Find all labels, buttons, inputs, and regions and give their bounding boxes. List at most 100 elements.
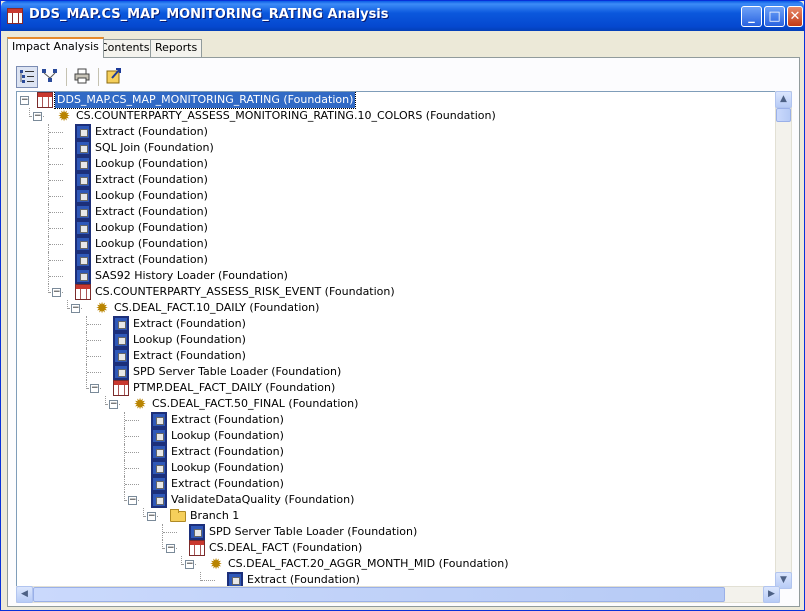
collapse-toggle[interactable]: − bbox=[71, 304, 80, 313]
tree-node-label: Extract (Foundation) bbox=[95, 173, 208, 186]
tree-guide bbox=[29, 108, 30, 117]
tree-connector bbox=[49, 212, 63, 213]
tree-guide bbox=[48, 172, 49, 188]
tree-node-label: Extract (Foundation) bbox=[171, 477, 284, 490]
collapse-toggle[interactable]: − bbox=[109, 400, 118, 409]
tree-node-label: Lookup (Foundation) bbox=[95, 189, 208, 202]
scroll-right-button[interactable]: ▶ bbox=[763, 586, 780, 603]
collapse-toggle[interactable]: − bbox=[52, 288, 61, 297]
print-icon[interactable] bbox=[72, 66, 94, 88]
collapse-toggle[interactable]: − bbox=[33, 112, 42, 121]
tab-reports[interactable]: Reports bbox=[150, 39, 203, 57]
tree-connector bbox=[49, 196, 63, 197]
transformation-icon bbox=[75, 124, 91, 140]
tree-guide bbox=[48, 284, 49, 293]
tab-impact-analysis[interactable]: Impact Analysis bbox=[7, 37, 104, 58]
impact-analysis-panel: − DDS_MAP.CS_MAP_MONITORING_RATING (Found… bbox=[7, 57, 800, 607]
tree-guide bbox=[105, 396, 106, 405]
tree-node-label: DDS_MAP.CS_MAP_MONITORING_RATING (Founda… bbox=[53, 92, 357, 109]
tree-node-label: Lookup (Foundation) bbox=[95, 157, 208, 170]
transformation-icon bbox=[151, 412, 167, 428]
tree-connector bbox=[125, 420, 139, 421]
tree-node-label: Branch 1 bbox=[190, 509, 240, 522]
tree-node-label: Extract (Foundation) bbox=[95, 205, 208, 218]
export-icon[interactable] bbox=[104, 66, 126, 88]
collapse-toggle[interactable]: − bbox=[147, 512, 156, 521]
transformation-icon bbox=[75, 252, 91, 268]
close-button[interactable]: ✕ bbox=[787, 6, 803, 27]
tree-node-label: CS.DEAL_FACT.50_FINAL (Foundation) bbox=[152, 397, 359, 410]
title-bar[interactable]: DDS_MAP.CS_MAP_MONITORING_RATING Analysi… bbox=[1, 1, 804, 31]
tree-connector bbox=[49, 132, 63, 133]
transformation-icon bbox=[75, 140, 91, 156]
job-gear-icon: ✹ bbox=[57, 107, 71, 125]
tree-connector bbox=[49, 260, 63, 261]
tree-guide bbox=[124, 428, 125, 444]
tree-connector bbox=[87, 324, 101, 325]
impact-tree[interactable]: − DDS_MAP.CS_MAP_MONITORING_RATING (Found… bbox=[16, 91, 788, 589]
tree-guide bbox=[200, 572, 201, 581]
tree-guide bbox=[86, 380, 87, 389]
table-icon bbox=[75, 284, 91, 300]
horizontal-scrollbar[interactable]: ◀ ▶ bbox=[16, 586, 780, 603]
tree-guide bbox=[48, 236, 49, 252]
collapse-toggle[interactable]: − bbox=[20, 96, 29, 105]
tree-node-label: CS.COUNTERPARTY_ASSESS_MONITORING_RATING… bbox=[76, 109, 496, 122]
tree-guide bbox=[48, 188, 49, 204]
tree-guide bbox=[86, 364, 87, 380]
transformation-icon bbox=[75, 156, 91, 172]
diagram-view-icon[interactable] bbox=[40, 66, 62, 88]
scroll-left-button[interactable]: ◀ bbox=[16, 586, 33, 603]
tree-connector bbox=[49, 276, 63, 277]
tree-connector bbox=[49, 244, 63, 245]
tree-guide bbox=[48, 140, 49, 156]
minimize-button[interactable]: _ bbox=[741, 6, 762, 27]
collapse-toggle[interactable]: − bbox=[185, 560, 194, 569]
tree-guide bbox=[48, 252, 49, 268]
transformation-icon bbox=[113, 316, 129, 332]
toolbar-separator bbox=[66, 68, 67, 86]
tree-connector bbox=[163, 532, 177, 533]
window-title: DDS_MAP.CS_MAP_MONITORING_RATING Analysi… bbox=[29, 7, 389, 22]
tree-connector bbox=[87, 372, 101, 373]
tree-guide bbox=[181, 556, 182, 565]
transformation-icon bbox=[75, 172, 91, 188]
horizontal-scroll-thumb[interactable] bbox=[33, 587, 725, 602]
tree-connector bbox=[87, 356, 101, 357]
tree-guide bbox=[143, 508, 144, 517]
tree-guide bbox=[124, 492, 125, 501]
tree-node-label: Extract (Foundation) bbox=[133, 349, 246, 362]
transformation-icon bbox=[151, 492, 167, 508]
table-icon bbox=[189, 540, 205, 556]
tree-connector bbox=[125, 468, 139, 469]
tab-contents[interactable]: Contents bbox=[95, 39, 155, 57]
tree-guide bbox=[67, 300, 68, 309]
scroll-up-button[interactable]: ▲ bbox=[775, 91, 792, 108]
transformation-icon bbox=[189, 524, 205, 540]
vertical-scrollbar[interactable]: ▲ ▼ bbox=[775, 91, 792, 589]
collapse-toggle[interactable]: − bbox=[128, 496, 137, 505]
collapse-toggle[interactable]: − bbox=[90, 384, 99, 393]
job-gear-icon: ✹ bbox=[209, 555, 223, 573]
tree-node-label: Extract (Foundation) bbox=[95, 125, 208, 138]
transformation-icon bbox=[75, 204, 91, 220]
tree-view-icon[interactable] bbox=[16, 66, 38, 88]
tree-node-label: CS.COUNTERPARTY_ASSESS_RISK_EVENT (Found… bbox=[95, 285, 395, 298]
tree-node-label: CS.DEAL_FACT.20_AGGR_MONTH_MID (Foundati… bbox=[228, 557, 509, 570]
table-icon bbox=[37, 92, 53, 108]
maximize-button[interactable]: □ bbox=[764, 6, 785, 27]
tree-node-label: Extract (Foundation) bbox=[133, 317, 246, 330]
tree-node-label: SQL Join (Foundation) bbox=[95, 141, 214, 154]
transformation-icon bbox=[75, 220, 91, 236]
vertical-scroll-thumb[interactable] bbox=[776, 108, 791, 122]
collapse-toggle[interactable]: − bbox=[166, 544, 175, 553]
tree-node-label: Extract (Foundation) bbox=[171, 413, 284, 426]
tree-guide bbox=[86, 316, 87, 332]
tree-guide bbox=[48, 268, 49, 284]
transformation-icon bbox=[113, 332, 129, 348]
tree-node-label: Extract (Foundation) bbox=[95, 253, 208, 266]
tree-guide bbox=[124, 476, 125, 492]
tree-node-label: PTMP.DEAL_FACT_DAILY (Foundation) bbox=[133, 381, 336, 394]
tree-node-label: Lookup (Foundation) bbox=[95, 221, 208, 234]
tree-connector bbox=[87, 340, 101, 341]
